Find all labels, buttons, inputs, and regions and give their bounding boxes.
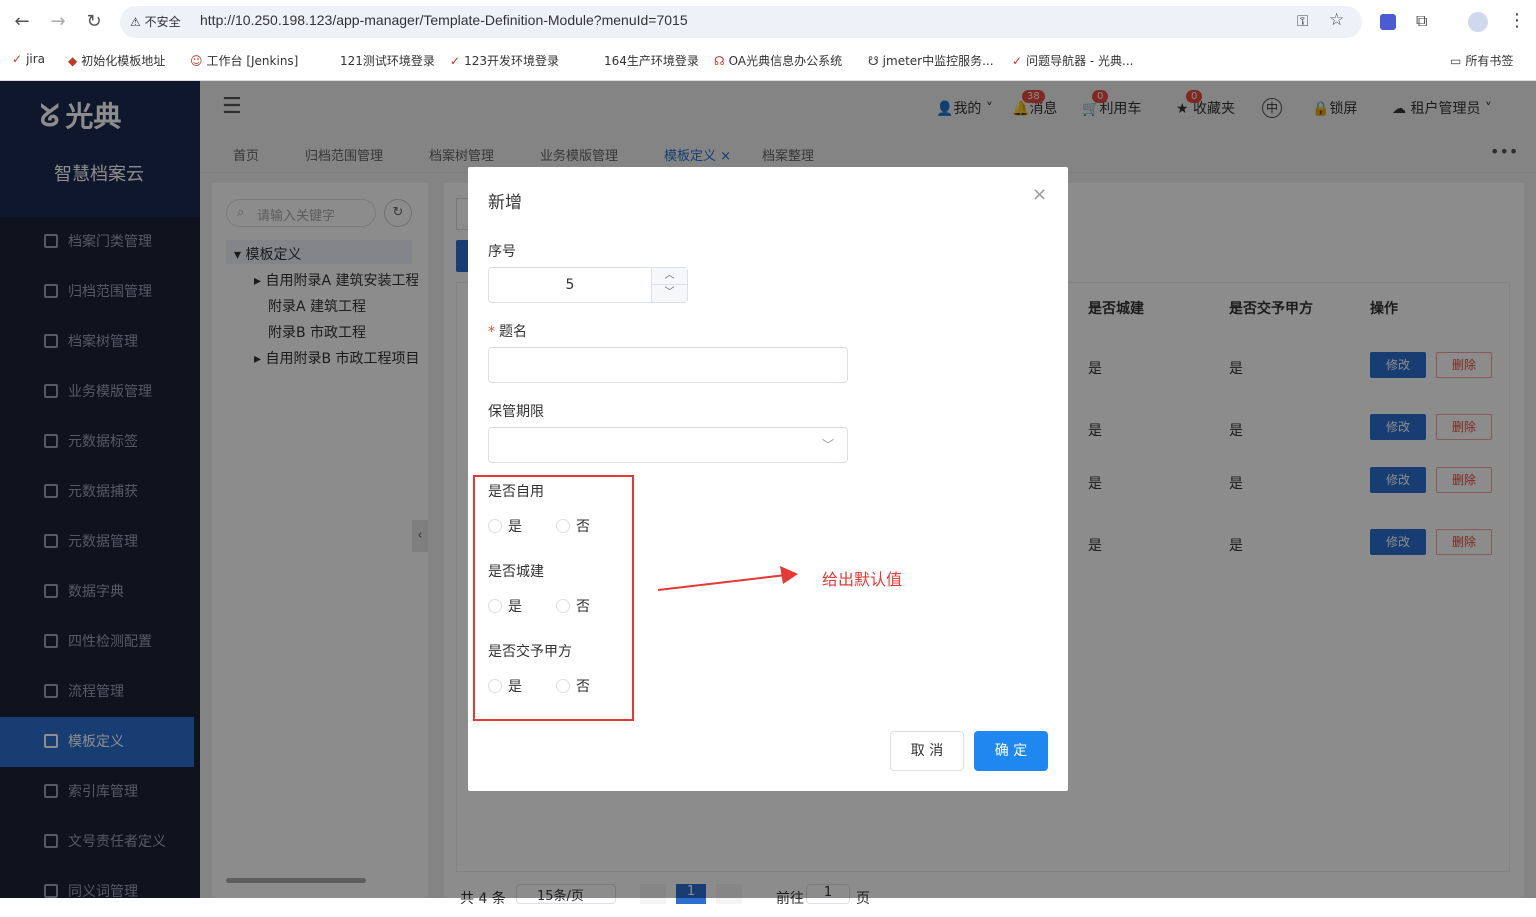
- radio-circle[interactable]: [488, 679, 502, 693]
- radio-circle[interactable]: [556, 519, 570, 533]
- bookmark-164-prod[interactable]: 164生产环境登录: [604, 52, 699, 69]
- party-yes-radio[interactable]: 是: [488, 676, 522, 696]
- chevron-down-icon: ﹀: [822, 438, 835, 452]
- bookmark-oa[interactable]: ☊ OA光典信息办公系统: [714, 52, 842, 69]
- name-input[interactable]: [488, 347, 848, 383]
- radio-circle[interactable]: [556, 679, 570, 693]
- jmeter-icon: ☋: [868, 54, 879, 68]
- bookmark-init-template[interactable]: ◆ 初始化模板地址: [68, 52, 165, 69]
- jira-icon: ✓: [12, 52, 23, 66]
- bookmark-123-dev[interactable]: ✓ 123开发环境登录: [450, 52, 559, 69]
- radio-circle[interactable]: [556, 599, 570, 613]
- radio-circle[interactable]: [488, 599, 502, 613]
- self-use-yes-radio[interactable]: 是: [488, 516, 522, 536]
- self-use-no-radio[interactable]: 否: [556, 516, 590, 536]
- annotation-arrow: [657, 566, 798, 591]
- reload-icon[interactable]: ↻: [82, 10, 106, 34]
- url-text[interactable]: http://10.250.198.123/app-manager/Templa…: [200, 12, 688, 28]
- cancel-button[interactable]: 取 消: [890, 731, 964, 771]
- decrement-icon[interactable]: ﹀: [651, 285, 687, 302]
- bookmark-jenkins[interactable]: ☺ 工作台 [Jenkins]: [190, 52, 298, 69]
- folder-icon: ▭: [1450, 54, 1462, 68]
- city-yes-radio[interactable]: 是: [488, 596, 522, 616]
- retention-label: 保管期限: [488, 404, 544, 420]
- bookmark-issue-navigator[interactable]: ✓ 问题导航器 - 光典...: [1012, 52, 1133, 69]
- party-label: 是否交予甲方: [488, 644, 572, 660]
- jira-icon: ✓: [1012, 54, 1023, 68]
- radio-circle[interactable]: [488, 519, 502, 533]
- jira-icon: ✓: [450, 54, 461, 68]
- seq-label: 序号: [488, 244, 516, 260]
- self-use-label: 是否自用: [488, 484, 544, 500]
- back-icon[interactable]: ←: [10, 10, 34, 34]
- close-icon[interactable]: ×: [1032, 184, 1047, 205]
- profile-avatar[interactable]: [1468, 12, 1488, 32]
- bookmark-jmeter[interactable]: ☋ jmeter中监控服务...: [868, 52, 994, 69]
- annotation-text: 给出默认值: [822, 570, 903, 589]
- bookmark-jira[interactable]: ✓ jira: [12, 52, 45, 66]
- extension-icon[interactable]: [1380, 14, 1396, 30]
- gitlab-icon: ◆: [68, 54, 78, 68]
- city-label: 是否城建: [488, 564, 544, 580]
- oa-icon: ☊: [714, 54, 725, 68]
- confirm-button[interactable]: 确 定: [974, 731, 1048, 771]
- puzzle-icon[interactable]: ⧉: [1416, 11, 1427, 31]
- required-marker: *: [488, 324, 495, 340]
- city-no-radio[interactable]: 否: [556, 596, 590, 616]
- warning-icon: ⚠: [130, 15, 145, 29]
- star-icon[interactable]: ☆: [1329, 10, 1344, 30]
- bookmark-121-test[interactable]: 121测试环境登录: [340, 52, 435, 69]
- seq-value[interactable]: 5: [488, 277, 652, 293]
- increment-icon[interactable]: ︿: [651, 268, 687, 285]
- jenkins-icon: ☺: [190, 54, 203, 68]
- bookmark-all[interactable]: ▭ 所有书签: [1450, 52, 1513, 69]
- retention-select[interactable]: [488, 427, 848, 463]
- name-label: * 题名: [488, 324, 527, 340]
- insecure-badge[interactable]: ⚠ 不安全: [130, 13, 181, 30]
- key-icon[interactable]: ⚿: [1297, 12, 1308, 30]
- forward-icon[interactable]: →: [46, 10, 70, 34]
- dialog-title: 新增: [488, 193, 522, 213]
- menu-dots-icon[interactable]: ⋮: [1508, 10, 1526, 31]
- party-no-radio[interactable]: 否: [556, 676, 590, 696]
